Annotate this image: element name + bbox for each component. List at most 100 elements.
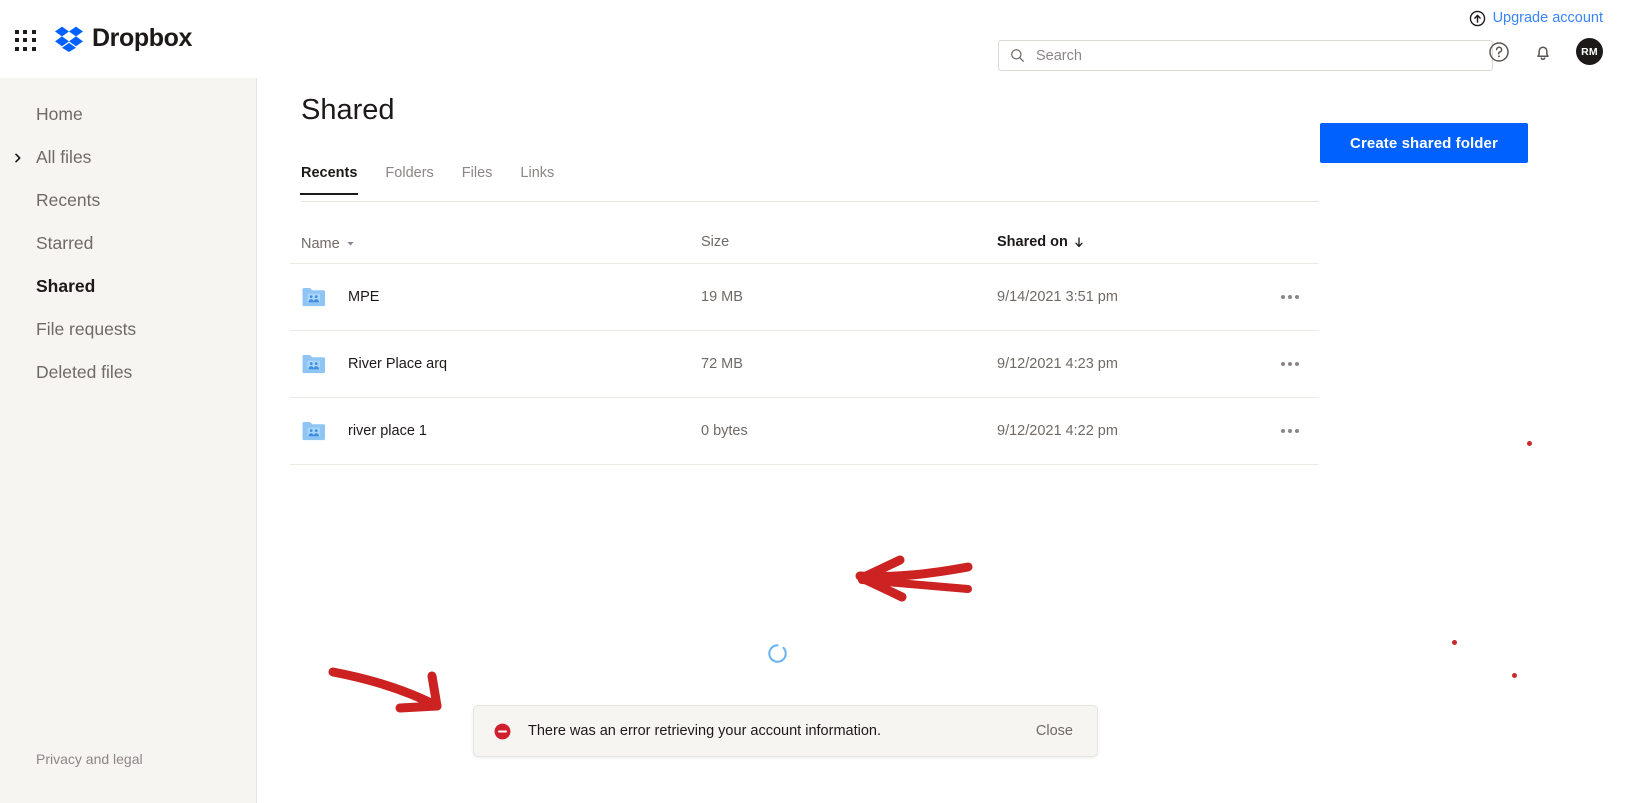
tab-recents[interactable]: Recents (299, 166, 359, 194)
sidebar-item-all-files[interactable]: All files (0, 136, 256, 179)
avatar[interactable]: RM (1576, 38, 1603, 65)
table-row[interactable]: river place 1 0 bytes 9/12/2021 4:22 pm (290, 398, 1319, 465)
brand-name: Dropbox (92, 23, 192, 52)
sidebar-item-label: Home (36, 103, 83, 124)
row-shared-on-cell: 9/12/2021 4:22 pm (997, 422, 1275, 440)
arrow-down-icon (1075, 237, 1083, 247)
sidebar-item-shared[interactable]: Shared (0, 265, 256, 308)
dot (1288, 429, 1292, 433)
dot (1281, 362, 1285, 366)
topbar-action-icons: RM (1488, 38, 1603, 65)
column-header-name-cell: Name (301, 235, 701, 252)
search-input[interactable] (1036, 47, 1492, 64)
upgrade-arrow-circle-icon (1469, 10, 1485, 27)
sidebar-item-label: File requests (36, 318, 137, 339)
grid-dot (31, 30, 36, 34)
column-header-size-cell: Size (701, 233, 997, 251)
sidebar-item-recents[interactable]: Recents (0, 179, 256, 222)
create-shared-folder-button[interactable]: Create shared folder (1320, 123, 1528, 163)
main-content: Shared Create shared folder Recents Fold… (257, 78, 1625, 803)
shared-files-table: Name Size Shared on MPE 19 MB 9/14/2021 … (290, 220, 1319, 465)
row-menu-cell (1275, 423, 1319, 439)
row-size: 0 bytes (701, 423, 748, 439)
upgrade-account-label: Upgrade account (1492, 10, 1603, 27)
shared-folder-icon (302, 422, 325, 441)
row-size: 19 MB (701, 289, 743, 305)
column-header-shared-on-label: Shared on (997, 234, 1068, 250)
dropbox-shared-page: Dropbox Upgrade account Search RM Home A… (0, 0, 1625, 803)
row-shared-on-cell: 9/12/2021 4:23 pm (997, 355, 1275, 373)
sidebar-item-starred[interactable]: Starred (0, 222, 256, 265)
sidebar-item-home[interactable]: Home (0, 93, 256, 136)
grid-dot (23, 38, 28, 43)
grid-dot (15, 30, 19, 34)
sidebar: Home All files Recents Starred Shared Fi… (0, 78, 257, 803)
dot (1281, 295, 1285, 299)
dot (1288, 362, 1292, 366)
overflow-dots-icon[interactable] (1278, 289, 1302, 305)
tab-files[interactable]: Files (462, 166, 493, 194)
row-name-cell: River Place arq (301, 351, 701, 377)
column-header-size[interactable]: Size (701, 235, 729, 250)
sidebar-item-label: All files (36, 146, 92, 167)
upgrade-account-link[interactable]: Upgrade account (1469, 10, 1603, 27)
column-header-shared-on[interactable]: Shared on (997, 235, 1084, 250)
grid-dot (31, 38, 36, 43)
shared-folder-icon (302, 288, 325, 307)
column-header-name-label: Name (301, 235, 340, 252)
row-size-cell: 72 MB (701, 355, 997, 373)
row-size-cell: 0 bytes (701, 422, 997, 440)
row-name: River Place arq (348, 355, 448, 372)
search-bar[interactable] (998, 40, 1493, 71)
row-size: 72 MB (701, 356, 743, 372)
content-tabs: Recents Folders Files Links (299, 166, 1319, 202)
annotation-dot (1452, 640, 1457, 645)
grid-dot (15, 46, 19, 51)
column-header-shared-on-cell: Shared on (997, 233, 1275, 251)
avatar-initials: RM (1581, 45, 1598, 58)
error-toast: There was an error retrieving your accou… (473, 705, 1098, 757)
grid-dot (31, 46, 36, 51)
tab-links[interactable]: Links (520, 166, 554, 194)
shared-folder-icon (302, 355, 325, 374)
row-menu-cell (1275, 289, 1319, 305)
column-header-name[interactable]: Name (301, 235, 355, 252)
sidebar-item-file-requests[interactable]: File requests (0, 308, 256, 351)
row-menu-cell (1275, 356, 1319, 372)
column-header-size-label: Size (701, 234, 730, 250)
overflow-dots-icon[interactable] (1278, 423, 1302, 439)
table-row[interactable]: River Place arq 72 MB 9/12/2021 4:23 pm (290, 331, 1319, 398)
help-question-icon[interactable] (1488, 41, 1510, 63)
grid-dot (23, 46, 28, 51)
privacy-and-legal-link[interactable]: Privacy and legal (36, 751, 143, 767)
table-row[interactable]: MPE 19 MB 9/14/2021 3:51 pm (290, 264, 1319, 331)
bell-icon[interactable] (1532, 41, 1554, 63)
dot (1281, 429, 1285, 433)
grid-dot (15, 38, 19, 43)
row-name-cell: river place 1 (301, 418, 701, 444)
caret-down-icon (347, 242, 354, 246)
loading-spinner-icon (768, 644, 787, 663)
dot (1295, 362, 1299, 366)
error-toast-message: There was an error retrieving your accou… (528, 722, 881, 739)
page-title: Shared (301, 94, 395, 126)
sidebar-item-deleted-files[interactable]: Deleted files (0, 351, 256, 394)
sidebar-nav: Home All files Recents Starred Shared Fi… (0, 93, 256, 394)
overflow-dots-icon[interactable] (1278, 356, 1302, 372)
top-navigation-bar: Dropbox Upgrade account Search RM (0, 0, 1625, 78)
dot (1295, 295, 1299, 299)
close-button[interactable]: Close (1036, 724, 1073, 739)
search-icon (1011, 49, 1024, 62)
dot (1295, 429, 1299, 433)
chevron-right-icon[interactable] (13, 153, 23, 163)
grid-apps-icon[interactable] (15, 30, 37, 52)
row-shared-on: 9/14/2021 3:51 pm (997, 289, 1118, 305)
dot (1288, 295, 1292, 299)
sidebar-item-label: Starred (36, 232, 94, 253)
row-shared-on-cell: 9/14/2021 3:51 pm (997, 288, 1275, 306)
error-circle-icon (494, 723, 511, 739)
dropbox-logo-icon (55, 26, 83, 52)
tab-folders[interactable]: Folders (385, 166, 433, 194)
dropbox-brand-logo[interactable]: Dropbox (55, 24, 192, 52)
sidebar-item-label: Recents (36, 189, 101, 210)
